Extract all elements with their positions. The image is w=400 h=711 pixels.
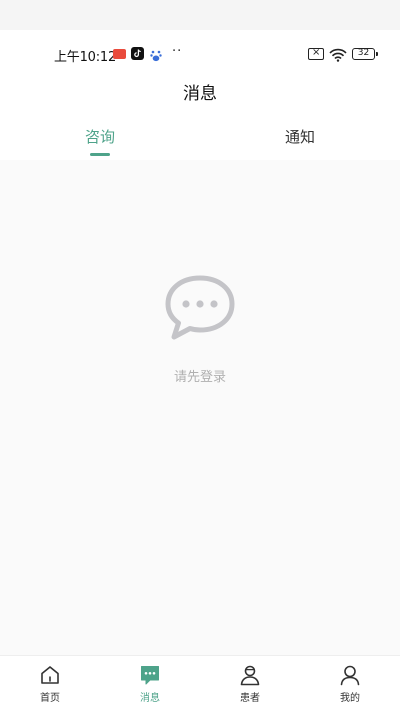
nav-item-home[interactable]: 首页 — [0, 656, 100, 711]
battery-icon: 32 — [352, 48, 378, 60]
message-icon — [139, 664, 161, 686]
nav-label-patients: 患者 — [240, 693, 260, 704]
nav-label-messages: 消息 — [140, 693, 160, 704]
home-icon — [39, 664, 61, 686]
page-title: 消息 — [183, 84, 217, 104]
nav-item-messages[interactable]: 消息 — [100, 656, 200, 711]
nav-label-home: 首页 — [40, 693, 60, 704]
chat-bubble-icon — [163, 273, 237, 343]
status-more-dots: ·· — [172, 44, 183, 59]
tab-notify[interactable]: 通知 — [200, 126, 400, 147]
profile-icon — [339, 664, 361, 686]
nav-label-profile: 我的 — [340, 693, 360, 704]
tab-consult[interactable]: 咨询 — [0, 126, 200, 147]
nav-item-patients[interactable]: 患者 — [200, 656, 300, 711]
bottom-nav: 首页 消息 患者 我的 — [0, 655, 400, 711]
login-prompt-text[interactable]: 请先登录 — [0, 366, 400, 385]
patient-icon — [239, 664, 261, 686]
no-sim-icon: × — [308, 47, 324, 60]
status-bar: 上午10:12 ·· × 32 — [0, 44, 400, 66]
status-time: 上午10:12 — [54, 50, 117, 65]
top-band — [0, 0, 400, 30]
notification-badge-icon — [113, 49, 126, 59]
tiktok-icon — [131, 47, 144, 60]
baidu-paw-icon — [150, 47, 162, 62]
nav-item-profile[interactable]: 我的 — [300, 656, 400, 711]
wifi-icon — [329, 47, 347, 66]
active-tab-indicator — [90, 153, 110, 156]
